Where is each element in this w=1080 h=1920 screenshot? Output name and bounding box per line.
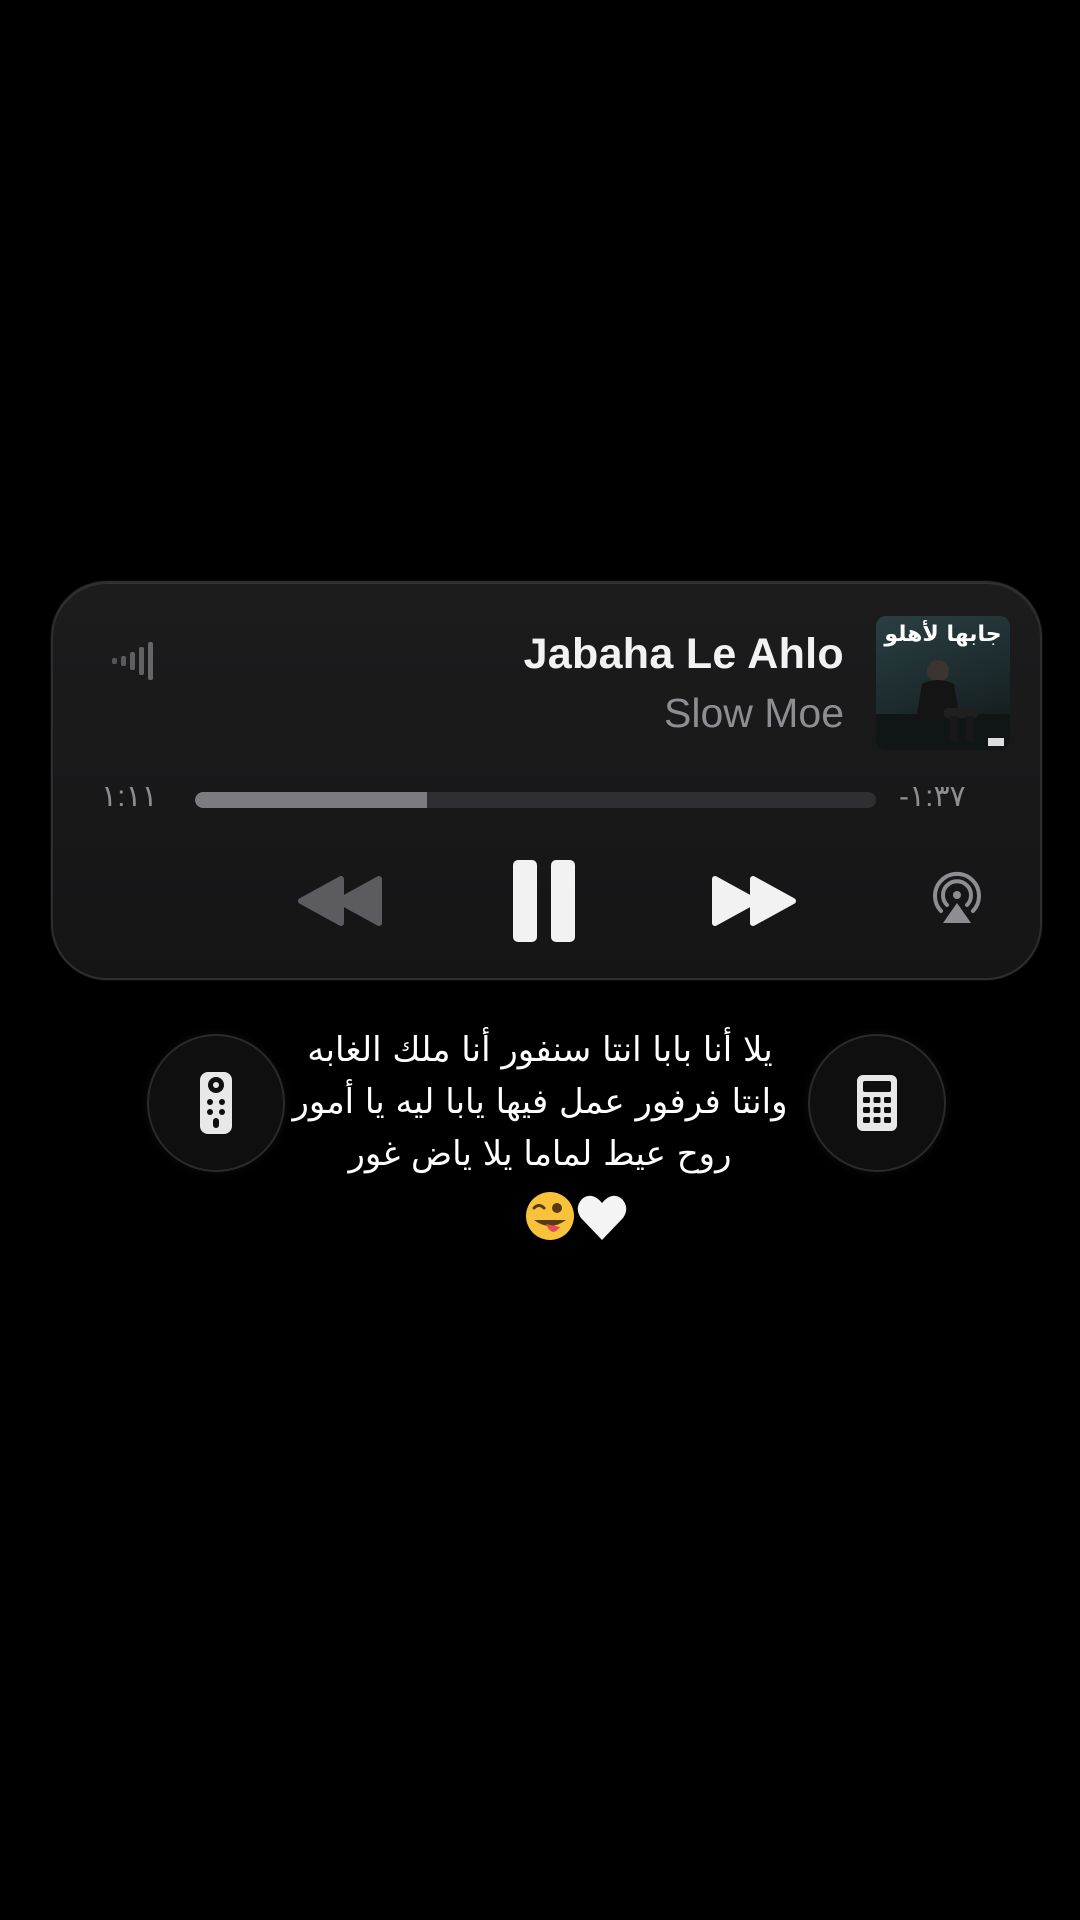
remote-icon bbox=[200, 1072, 232, 1134]
lyrics-line-1: يلا أنا بابا انتا سنفور أنا ملك الغابه bbox=[307, 1030, 773, 1070]
airplay-icon bbox=[933, 871, 981, 923]
time-remaining: -١:٣٧ bbox=[899, 780, 966, 813]
lyrics-caption: يلا أنا بابا انتا سنفور أنا ملك الغابه و… bbox=[280, 1024, 800, 1180]
lyrics-line-2: وانتا فرفور عمل فيها يابا ليه يا أمور bbox=[292, 1082, 788, 1122]
lyrics-line-3: روح عيط لماما يلا ياض غور bbox=[348, 1134, 732, 1174]
calculator-button[interactable] bbox=[808, 1034, 946, 1172]
remote-button[interactable] bbox=[147, 1034, 285, 1172]
emoji-row bbox=[526, 1192, 627, 1240]
winking-face-with-tongue-icon bbox=[526, 1192, 574, 1240]
album-art-title: جابها لأهلو bbox=[884, 622, 1002, 647]
rewind-button[interactable] bbox=[295, 871, 387, 931]
progress-bar[interactable] bbox=[195, 792, 876, 808]
calculator-icon bbox=[857, 1075, 897, 1131]
signal-bars-icon bbox=[112, 642, 153, 680]
fast-forward-icon bbox=[712, 876, 796, 926]
now-playing-widget[interactable]: Jabaha Le Ahlo Slow Moe جابها لأهلو ١:١١… bbox=[51, 581, 1042, 980]
pause-button[interactable] bbox=[509, 856, 579, 946]
pause-icon bbox=[513, 860, 575, 942]
album-artwork[interactable]: جابها لأهلو bbox=[876, 616, 1010, 750]
white-heart-icon bbox=[577, 1195, 627, 1240]
fast-forward-button[interactable] bbox=[707, 871, 799, 931]
song-title[interactable]: Jabaha Le Ahlo bbox=[524, 630, 844, 679]
progress-fill bbox=[195, 792, 427, 808]
airplay-button[interactable] bbox=[927, 867, 987, 927]
artist-name[interactable]: Slow Moe bbox=[664, 690, 844, 737]
rewind-icon bbox=[298, 876, 382, 926]
time-elapsed: ١:١١ bbox=[101, 780, 158, 813]
